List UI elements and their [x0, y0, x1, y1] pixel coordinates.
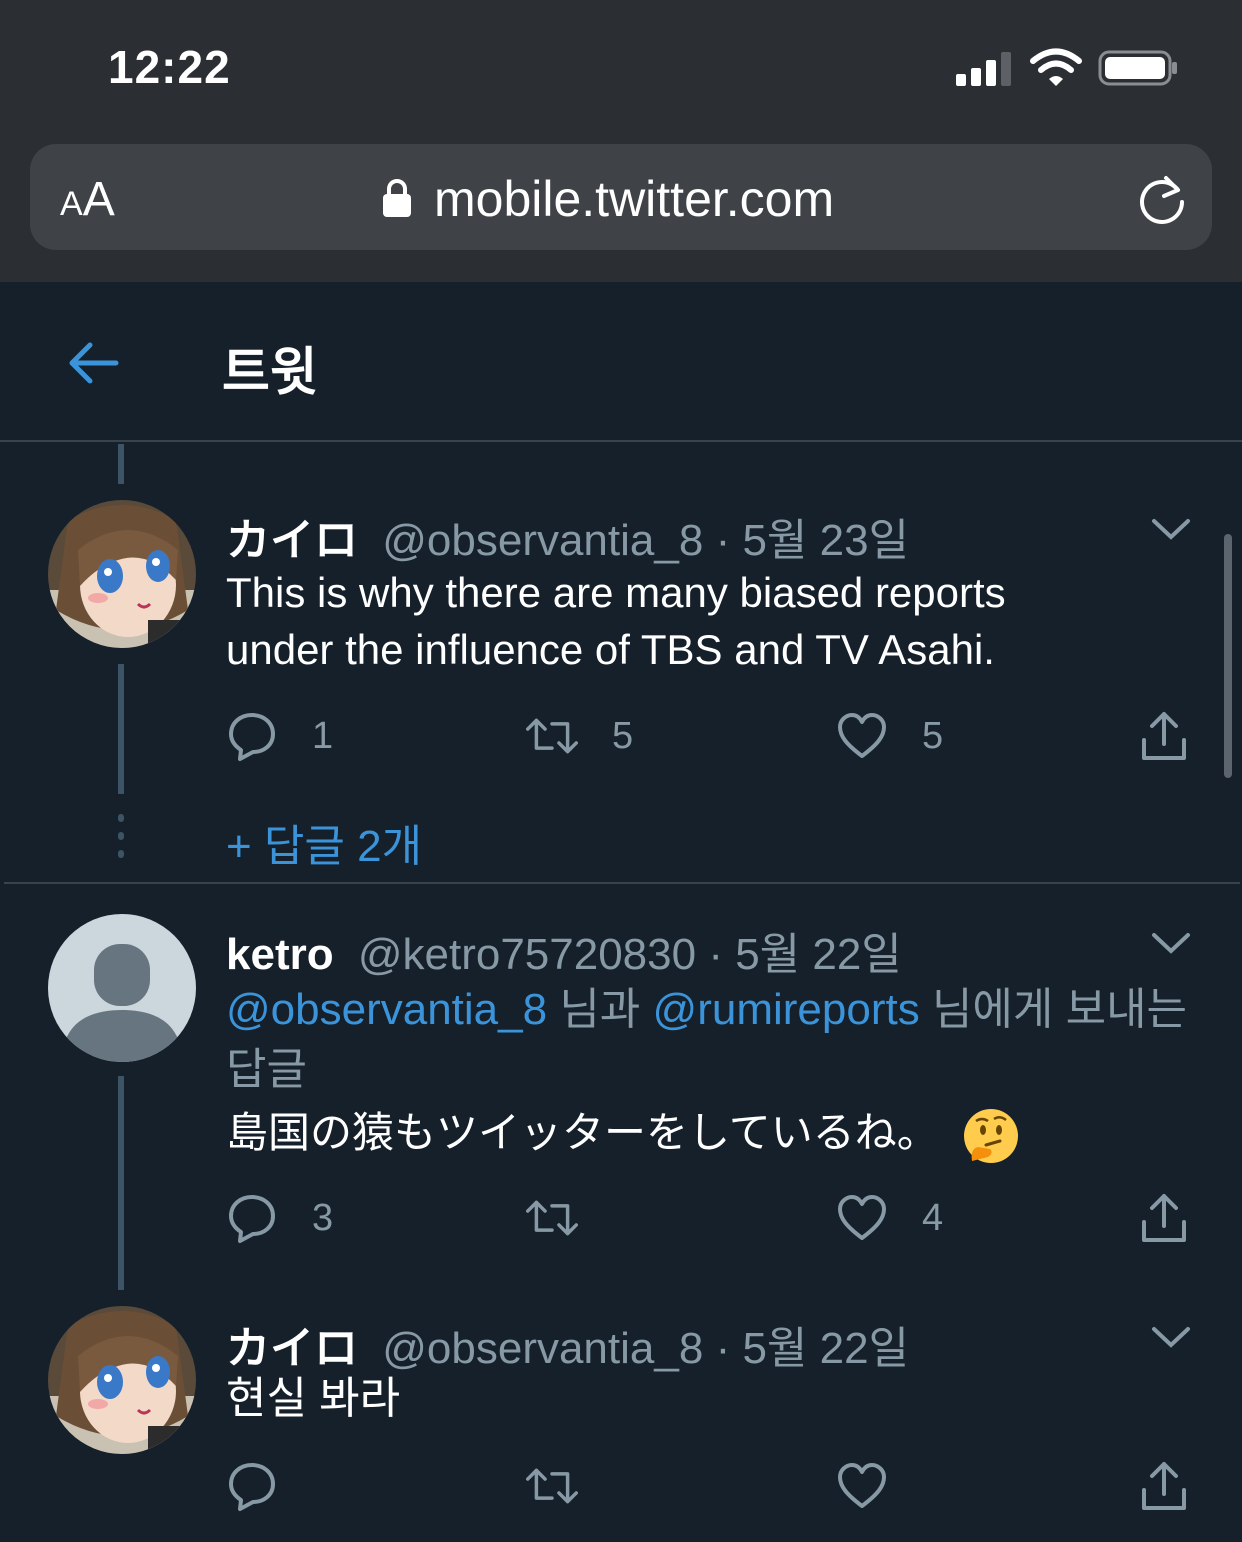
url-text[interactable]: mobile.twitter.com: [434, 170, 834, 228]
scrollbar[interactable]: [1224, 534, 1232, 778]
reply-count: 3: [312, 1196, 334, 1239]
share-icon: [1142, 712, 1186, 760]
thread-gap-dots: [118, 814, 124, 868]
browser-chrome: 12:22 AA mobile.twitter.com: [0, 0, 1242, 282]
handle[interactable]: @observantia_8: [382, 1324, 703, 1373]
signal-icon: [956, 52, 1014, 86]
reply-context: @observantia_8 님과 @rumireports 님에게 보내는 답…: [226, 985, 1188, 1094]
tweet-header: ketro @ketro75720830 · 5월 22일: [226, 918, 902, 982]
tweet-header: カイロ @observantia_8 · 5월 23일: [226, 504, 909, 568]
reply-icon: [229, 1195, 275, 1243]
like-icon: [838, 1195, 886, 1240]
status-time: 12:22: [108, 41, 231, 93]
back-arrow-icon[interactable]: [64, 338, 122, 388]
tweet-actions: 1 5 5: [226, 706, 1196, 766]
text-size-button[interactable]: AA: [60, 172, 115, 227]
page-title: 트윗: [222, 344, 318, 402]
retweet-count: 5: [612, 714, 634, 757]
share-button[interactable]: [1138, 706, 1190, 766]
tweet-text: 島国の猿もツイッターをしているね。: [226, 1104, 1019, 1163]
tweet-header: カイロ @observantia_8 · 5월 22일: [226, 1312, 909, 1376]
avatar[interactable]: [48, 1306, 196, 1454]
like-button[interactable]: 4: [836, 1188, 943, 1248]
handle[interactable]: @observantia_8: [382, 516, 703, 565]
share-button[interactable]: [1138, 1188, 1190, 1248]
retweet-icon: [526, 1200, 578, 1236]
share-button[interactable]: [1138, 1456, 1190, 1516]
reply-icon: [229, 1463, 275, 1511]
chevron-down-icon[interactable]: [1150, 1324, 1192, 1350]
show-more-replies-link[interactable]: + 답글 2개: [226, 810, 422, 874]
like-icon: [838, 713, 886, 758]
mention-link[interactable]: @observantia_8: [226, 985, 547, 1034]
mention-link[interactable]: @rumireports: [653, 985, 920, 1034]
display-name[interactable]: カイロ: [226, 516, 358, 565]
page-header: 트윗: [0, 282, 1242, 442]
avatar[interactable]: [48, 500, 196, 648]
tweet-actions: [226, 1456, 1196, 1516]
reload-icon[interactable]: [1134, 170, 1190, 226]
tweet-text: 현실 봐라: [226, 1374, 401, 1423]
display-name[interactable]: カイロ: [226, 1324, 358, 1373]
retweet-button[interactable]: 5: [526, 706, 633, 766]
thinking-face-emoji: [964, 1108, 1019, 1163]
thread-line: [118, 664, 124, 794]
wifi-icon: [1030, 48, 1082, 86]
retweet-icon: [526, 718, 578, 754]
chevron-down-icon[interactable]: [1150, 930, 1192, 956]
thread-line: [118, 1076, 124, 1290]
reply-button[interactable]: [226, 1456, 312, 1516]
handle[interactable]: @ketro75720830: [358, 930, 696, 979]
like-count: 5: [922, 714, 944, 757]
battery-icon: [1098, 50, 1177, 86]
retweet-icon: [526, 1468, 578, 1504]
reply-button[interactable]: 1: [226, 706, 333, 766]
timestamp[interactable]: · 5월 22일: [708, 930, 901, 979]
display-name[interactable]: ketro: [226, 930, 334, 979]
like-button[interactable]: 5: [836, 706, 943, 766]
thread-line: [118, 444, 124, 484]
lock-icon: [383, 179, 411, 217]
address-bar[interactable]: AA mobile.twitter.com: [30, 144, 1212, 250]
avatar[interactable]: [48, 914, 196, 1062]
like-icon: [838, 1463, 886, 1508]
reply-icon: [229, 713, 275, 761]
timestamp[interactable]: · 5월 22일: [716, 1324, 909, 1373]
divider: [4, 882, 1240, 884]
timestamp[interactable]: · 5월 23일: [716, 516, 909, 565]
tweet-actions: 3 4: [226, 1188, 1196, 1248]
like-count: 4: [922, 1196, 944, 1239]
retweet-button[interactable]: [526, 1188, 612, 1248]
chevron-down-icon[interactable]: [1150, 516, 1192, 542]
like-button[interactable]: [836, 1456, 922, 1516]
tweet-text: This is why there are many biased report…: [226, 569, 1006, 673]
reply-count: 1: [312, 714, 334, 757]
reply-button[interactable]: 3: [226, 1188, 333, 1248]
share-icon: [1142, 1462, 1186, 1510]
retweet-button[interactable]: [526, 1456, 612, 1516]
share-icon: [1142, 1194, 1186, 1242]
